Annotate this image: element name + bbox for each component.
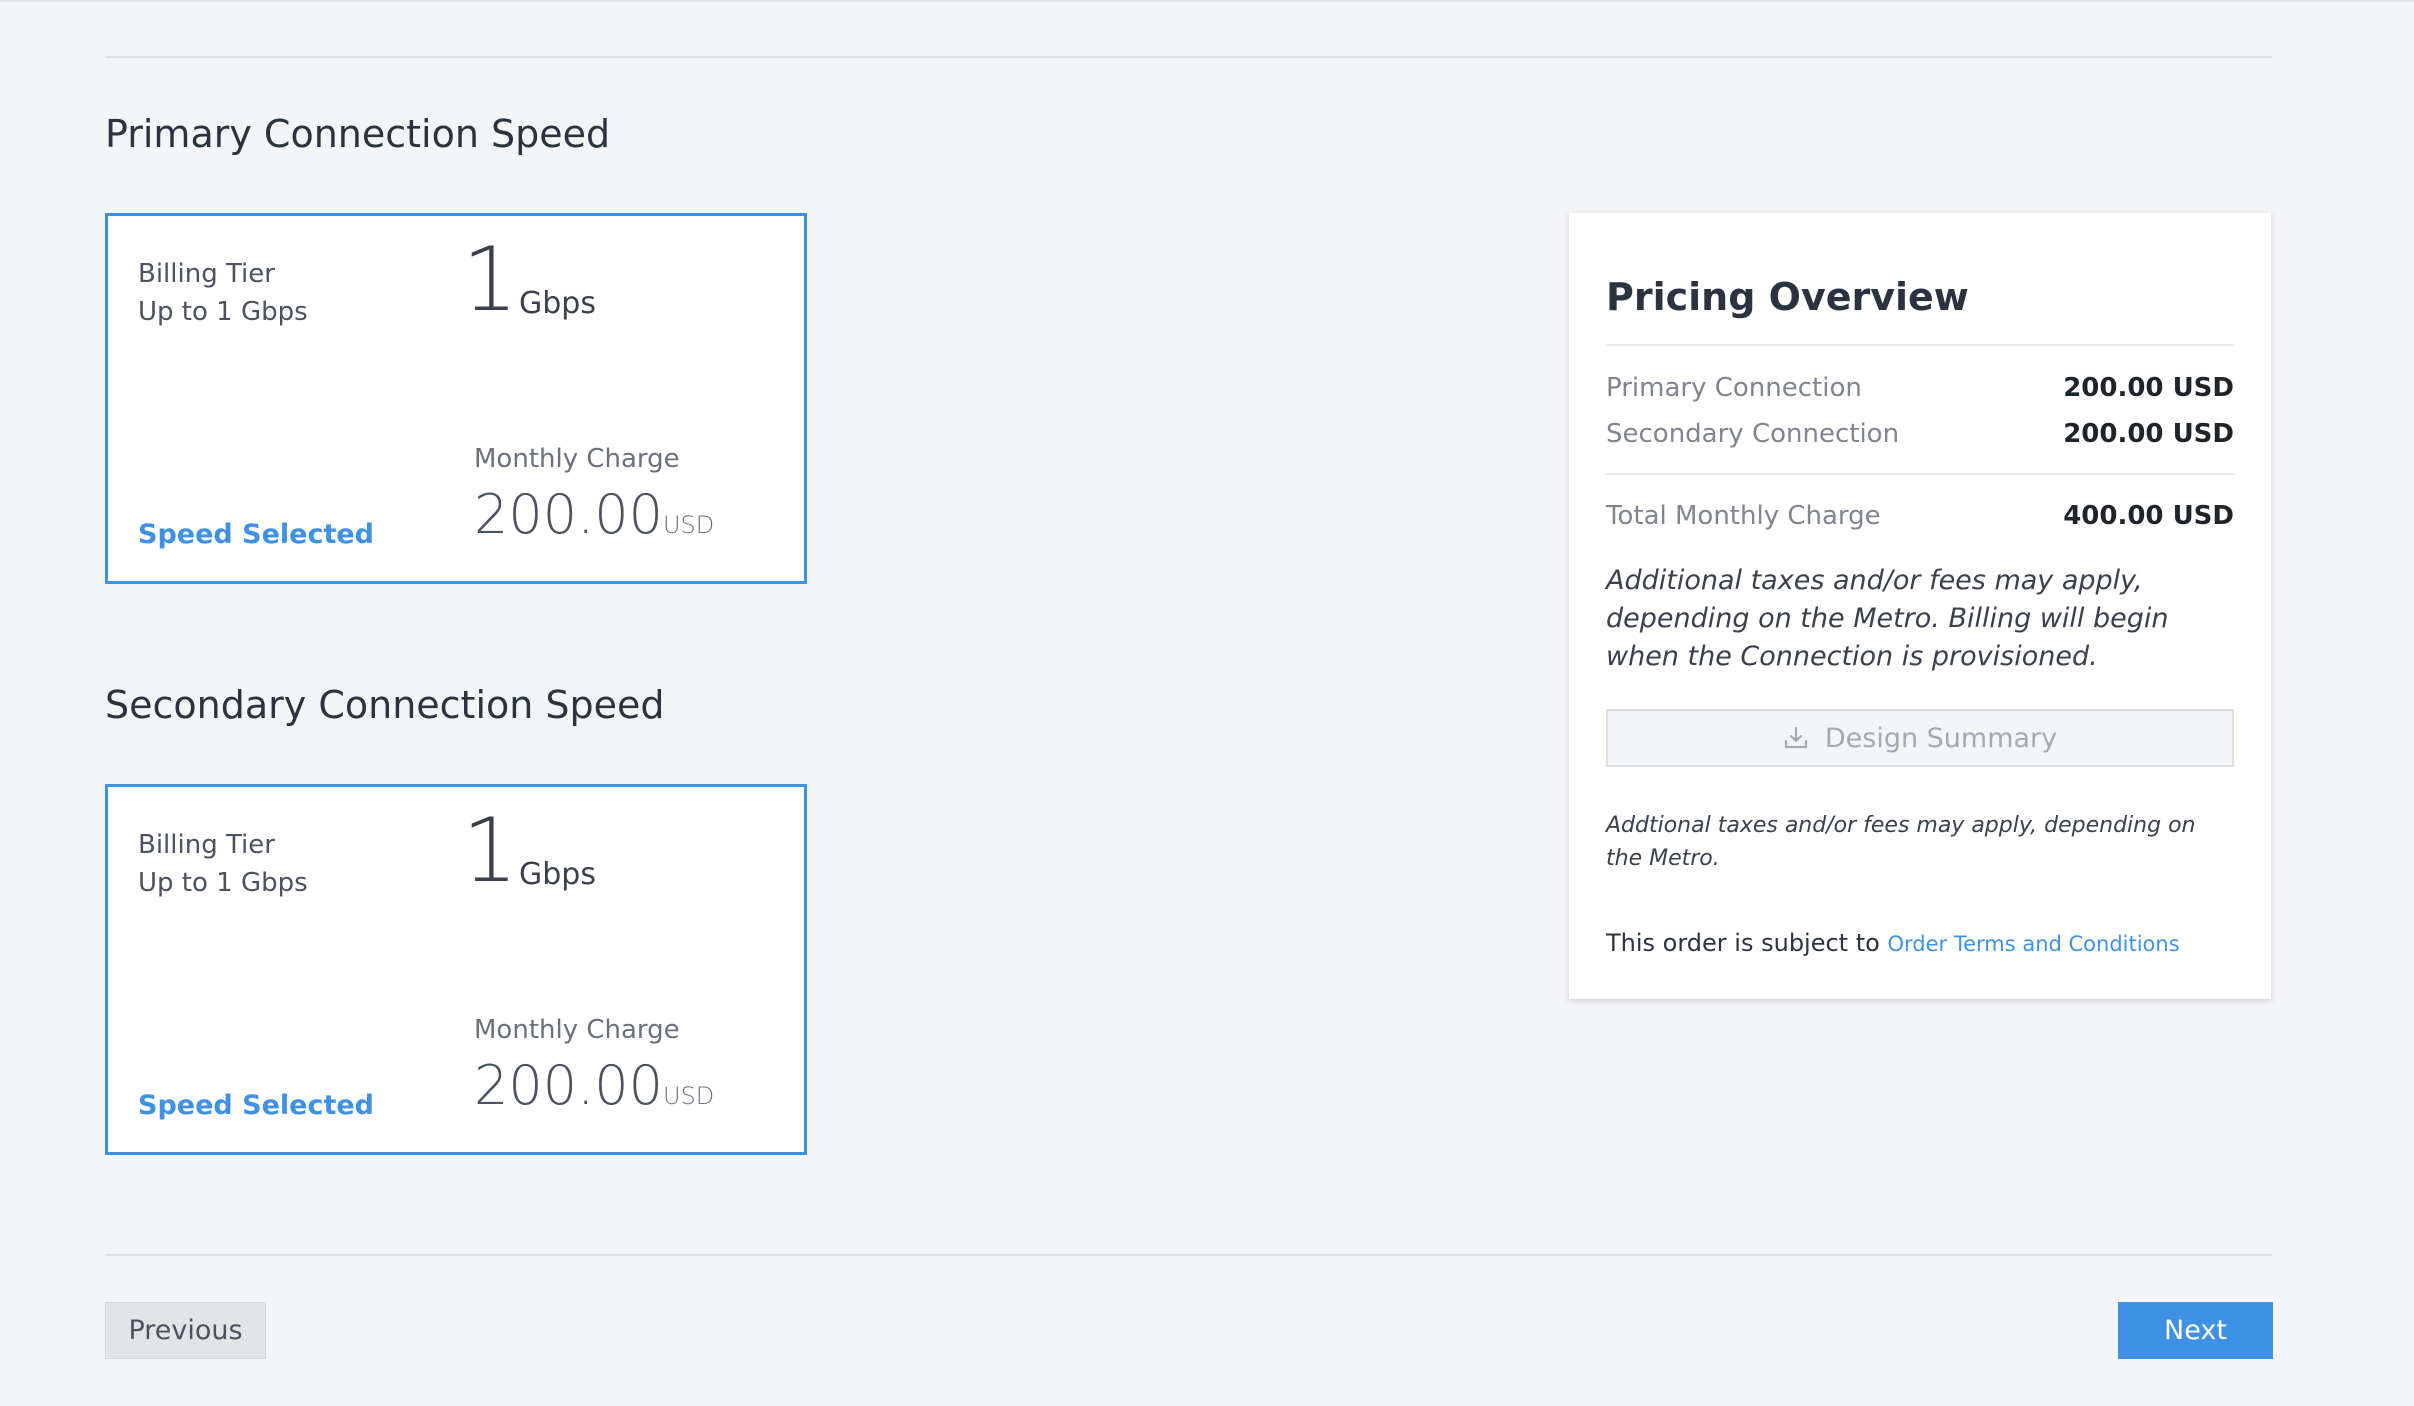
speed-unit: Gbps — [519, 857, 596, 892]
charge-amount: 200.00 — [474, 1054, 663, 1117]
speed-value: 1 — [462, 799, 518, 902]
footer-divider — [105, 1254, 2272, 1256]
pricing-overview-title: Pricing Overview — [1606, 275, 1969, 319]
pricing-divider — [1606, 344, 2234, 346]
terms-prefix: This order is subject to — [1606, 929, 1880, 957]
taxes-note: Addtional taxes and/or fees may apply, d… — [1606, 813, 2196, 871]
next-button[interactable]: Next — [2118, 1302, 2273, 1359]
charge-currency: USD — [662, 1082, 715, 1110]
total-monthly-charge-value: 400.00 USD — [2063, 501, 2234, 531]
tier-range: Up to 1 Gbps — [138, 868, 308, 898]
download-icon — [1783, 725, 1809, 751]
tier-range: Up to 1 Gbps — [138, 297, 308, 327]
speed-unit: Gbps — [519, 286, 596, 321]
billing-note: Additional taxes and/or fees may apply, … — [1606, 565, 2169, 672]
billing-tier-label: Billing Tier — [138, 830, 275, 860]
primary-section-title: Primary Connection Speed — [105, 112, 611, 156]
design-summary-button[interactable]: Design Summary — [1606, 709, 2234, 767]
primary-connection-label: Primary Connection — [1606, 373, 1862, 403]
design-summary-label: Design Summary — [1824, 722, 2058, 754]
primary-speed-card[interactable]: Billing Tier Up to 1 Gbps 1 Gbps Monthly… — [105, 213, 807, 584]
monthly-charge-value: 200.00USD — [474, 1059, 714, 1113]
monthly-charge-label: Monthly Charge — [474, 1015, 680, 1045]
charge-amount: 200.00 — [474, 483, 663, 546]
terms-statement: This order is subject to Order Terms and… — [1606, 931, 2180, 955]
monthly-charge-value: 200.00USD — [474, 488, 714, 542]
billing-tier-label: Billing Tier — [138, 259, 275, 289]
header-divider — [105, 56, 2272, 58]
secondary-section-title: Secondary Connection Speed — [105, 683, 665, 727]
primary-connection-value: 200.00 USD — [2063, 373, 2234, 403]
pricing-overview-card: Pricing Overview Primary Connection 200.… — [1569, 213, 2271, 999]
order-terms-link[interactable]: Order Terms and Conditions — [1887, 932, 2179, 956]
secondary-connection-label: Secondary Connection — [1606, 419, 1900, 449]
secondary-connection-value: 200.00 USD — [2063, 419, 2234, 449]
total-monthly-charge-label: Total Monthly Charge — [1606, 501, 1881, 531]
speed-selected-label: Speed Selected — [138, 1090, 374, 1121]
speed-value: 1 — [462, 228, 518, 331]
top-divider — [0, 0, 2414, 2]
previous-button[interactable]: Previous — [105, 1302, 266, 1359]
secondary-speed-card[interactable]: Billing Tier Up to 1 Gbps 1 Gbps Monthly… — [105, 784, 807, 1155]
pricing-divider — [1606, 473, 2234, 475]
charge-currency: USD — [662, 511, 715, 539]
monthly-charge-label: Monthly Charge — [474, 444, 680, 474]
speed-selected-label: Speed Selected — [138, 519, 374, 550]
page: Primary Connection Speed Billing Tier Up… — [0, 0, 2414, 1406]
